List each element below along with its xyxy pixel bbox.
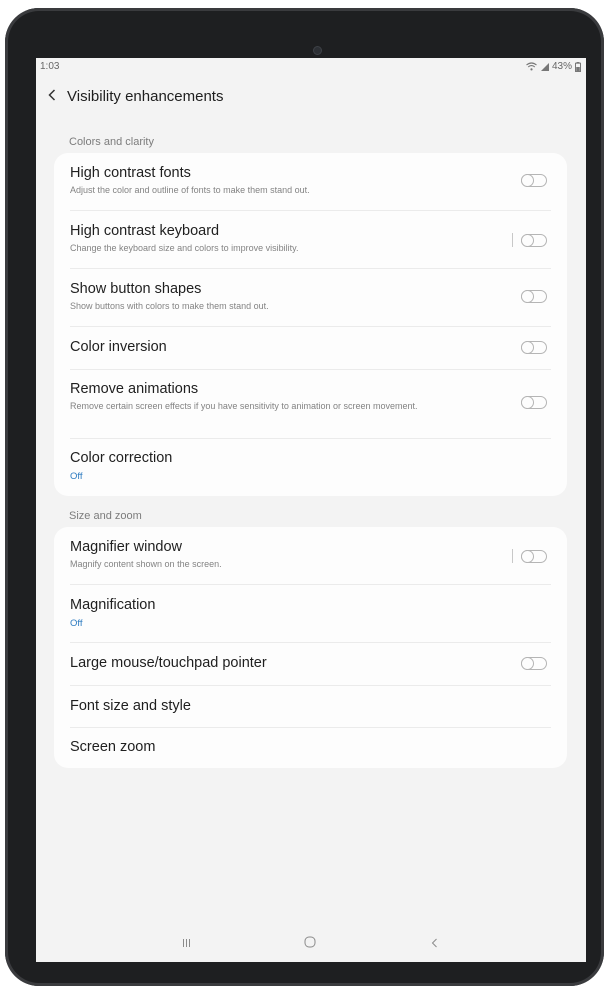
setting-value: Off — [70, 471, 83, 482]
section-header-size: Size and zoom — [69, 510, 142, 522]
toggle-knob — [521, 290, 534, 303]
setting-title: High contrast fonts — [70, 165, 191, 181]
high-contrast-fonts-toggle[interactable] — [521, 174, 547, 187]
setting-title: Screen zoom — [70, 739, 156, 755]
setting-description: Show buttons with colors to make them st… — [70, 301, 269, 311]
setting-description: Magnify content shown on the screen. — [70, 559, 222, 569]
recents-icon — [182, 935, 191, 953]
setting-title: High contrast keyboard — [70, 223, 220, 239]
nav-back-button[interactable] — [419, 934, 449, 954]
status-time: 1:03 — [40, 61, 60, 72]
setting-description: Change the keyboard size and colors to i… — [70, 243, 299, 253]
setting-color-inversion[interactable]: Color inversion — [54, 327, 567, 369]
recents-button[interactable] — [171, 934, 201, 954]
navigation-bar — [36, 926, 586, 962]
toggle-knob — [521, 341, 534, 354]
back-icon — [431, 935, 438, 953]
home-button[interactable] — [295, 934, 325, 954]
toggle-knob — [521, 396, 534, 409]
section-header-colors: Colors and clarity — [69, 136, 154, 148]
setting-high-contrast-keyboard[interactable]: High contrast keyboard Change the keyboa… — [54, 211, 567, 268]
wifi-icon — [526, 62, 537, 71]
setting-large-pointer[interactable]: Large mouse/touchpad pointer — [54, 643, 567, 685]
battery-text: 43% — [551, 61, 572, 72]
setting-color-correction[interactable]: Color correction Off — [54, 439, 567, 496]
setting-title: Font size and style — [70, 698, 191, 714]
setting-title: Magnification — [70, 597, 156, 613]
magnifier-window-toggle[interactable] — [521, 550, 547, 563]
setting-show-button-shapes[interactable]: Show button shapes Show buttons with col… — [54, 269, 567, 326]
setting-title: Magnifier window — [70, 539, 183, 555]
chevron-left-icon — [48, 88, 56, 106]
setting-title: Color inversion — [70, 339, 167, 355]
toggle-knob — [521, 234, 534, 247]
battery-icon — [575, 61, 581, 72]
remove-animations-toggle[interactable] — [521, 396, 547, 409]
separator — [512, 233, 513, 247]
separator — [512, 549, 513, 563]
setting-description: Remove certain screen effects if you hav… — [70, 401, 418, 411]
toggle-knob — [521, 174, 534, 187]
setting-description: Adjust the color and outline of fonts to… — [70, 185, 310, 195]
page-title: Visibility enhancements — [67, 88, 224, 105]
size-zoom-card: Magnifier window Magnify content shown o… — [54, 527, 567, 768]
setting-screen-zoom[interactable]: Screen zoom — [54, 728, 567, 768]
setting-value: Off — [70, 618, 83, 629]
setting-font-size-style[interactable]: Font size and style — [54, 686, 567, 727]
toggle-knob — [521, 657, 534, 670]
screen: 1:03 43% Visibility enhancements Colors … — [36, 58, 586, 962]
title-bar: Visibility enhancements — [36, 80, 586, 114]
color-inversion-toggle[interactable] — [521, 341, 547, 354]
setting-remove-animations[interactable]: Remove animations Remove certain screen … — [54, 370, 567, 438]
show-button-shapes-toggle[interactable] — [521, 290, 547, 303]
status-bar: 1:03 43% — [36, 58, 586, 76]
status-icons: 43% — [526, 61, 581, 72]
setting-magnification[interactable]: Magnification Off — [54, 585, 567, 642]
large-pointer-toggle[interactable] — [521, 657, 547, 670]
toggle-knob — [521, 550, 534, 563]
colors-card: High contrast fonts Adjust the color and… — [54, 153, 567, 496]
setting-title: Color correction — [70, 450, 173, 466]
home-icon — [304, 935, 316, 953]
setting-high-contrast-fonts[interactable]: High contrast fonts Adjust the color and… — [54, 153, 567, 210]
signal-icon — [540, 62, 549, 71]
high-contrast-keyboard-toggle[interactable] — [521, 234, 547, 247]
setting-title: Remove animations — [70, 381, 199, 397]
back-button[interactable] — [42, 86, 62, 108]
setting-title: Show button shapes — [70, 281, 202, 297]
setting-magnifier-window[interactable]: Magnifier window Magnify content shown o… — [54, 527, 567, 584]
setting-title: Large mouse/touchpad pointer — [70, 655, 267, 671]
front-camera — [313, 46, 322, 55]
